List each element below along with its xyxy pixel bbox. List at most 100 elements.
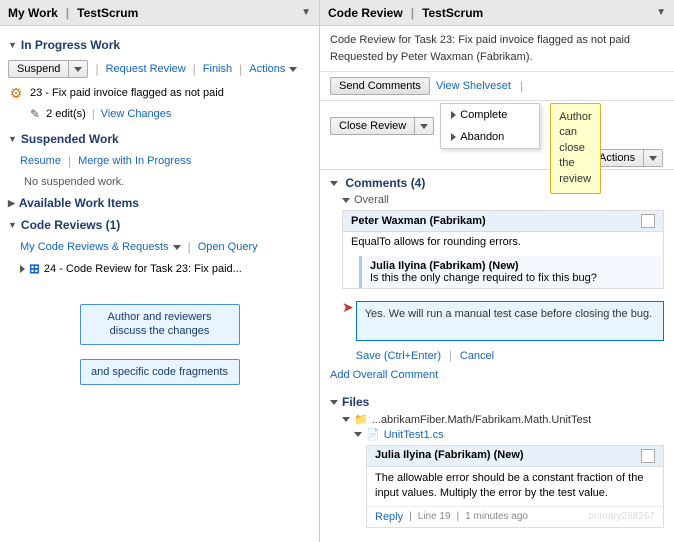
unit-test-comment: Julia Ilyina (Fabrikam) (New) The allowa…: [366, 445, 664, 528]
view-changes-link[interactable]: View Changes: [101, 108, 172, 120]
cancel-link[interactable]: Cancel: [460, 350, 494, 362]
actions-chevron-icon: [649, 156, 657, 161]
code-review-info: Code Review for Task 23: Fix paid invoic…: [320, 26, 674, 72]
right-title-sep: |: [411, 6, 414, 20]
files-arrow-icon: [330, 400, 338, 405]
close-review-chevron-icon: [420, 124, 428, 129]
overall-arrow-icon: [342, 198, 350, 203]
suspend-dropdown-button[interactable]: [68, 60, 88, 78]
annotation-box-fragments: and specific code fragments: [80, 359, 240, 385]
files-header-text: Files: [342, 395, 369, 409]
left-panel-title-area: My Work | TestScrum: [8, 6, 138, 20]
abandon-option[interactable]: Abandon: [441, 126, 539, 148]
in-progress-section-header[interactable]: ▼ In Progress Work: [8, 38, 311, 52]
actions-link[interactable]: Actions: [249, 63, 285, 75]
toolbar-sep3: |: [239, 62, 242, 76]
julia-ut-text: The allowable error should be a constant…: [375, 472, 643, 499]
task-icon: ⚙: [8, 85, 24, 101]
files-header: Files: [330, 395, 664, 409]
reply-input-container: Yes. We will run a manual test case befo…: [356, 295, 664, 365]
left-panel-chevron-icon[interactable]: ▼: [301, 7, 311, 18]
complete-option[interactable]: Complete: [441, 104, 539, 126]
files-section: Files 📁 ...abrikamFiber.Math/Fabrikam.Ma…: [320, 391, 674, 532]
right-panel-body: Code Review for Task 23: Fix paid invoic…: [320, 26, 674, 542]
peter-comment-header: Peter Waxman (Fabrikam): [343, 211, 663, 232]
suspended-toolbar: Resume | Merge with In Progress: [20, 154, 311, 168]
footer-sep1: |: [409, 511, 412, 522]
right-panel-chevron-icon[interactable]: ▼: [656, 7, 666, 18]
work-item-23-text: 23 - Fix paid invoice flagged as not pai…: [30, 87, 224, 99]
action-bar-review: Close Review Complete Abandon: [320, 101, 674, 170]
left-panel-title: My Work: [8, 6, 58, 20]
ut-checkbox-icon[interactable]: [641, 449, 655, 463]
reply-area: ➤ Yes. We will run a manual test case be…: [342, 295, 664, 365]
finish-link[interactable]: Finish: [203, 63, 232, 75]
action-sep: |: [520, 79, 523, 93]
add-comment-link[interactable]: Add Overall Comment: [330, 369, 664, 381]
overall-text: Overall: [354, 194, 389, 206]
actions-split[interactable]: Actions: [590, 149, 663, 167]
cr-sep: |: [188, 240, 191, 254]
left-panel: My Work | TestScrum ▼ ▼ In Progress Work…: [0, 0, 320, 542]
julia-reply-author: Julia Ilyina (Fabrikam) (New): [370, 260, 655, 272]
resume-link[interactable]: Resume: [20, 155, 61, 167]
ut-footer-bar: Reply | Line 19 | 1 minutes ago primary2…: [367, 506, 663, 527]
available-section-header[interactable]: ▶ Available Work Items: [8, 196, 311, 210]
peter-comment-text: EqualTo allows for rounding errors.: [351, 236, 521, 248]
peter-checkbox-icon[interactable]: [641, 214, 655, 228]
in-progress-arrow-icon: ▼: [8, 40, 17, 50]
suspend-button[interactable]: Suspend: [8, 60, 68, 78]
overall-label: Overall: [342, 194, 664, 206]
available-arrow-icon: ▶: [8, 198, 15, 209]
dropdown-area: Complete Abandon Author can close the re…: [440, 103, 540, 149]
pencil-icon: ✎: [30, 107, 40, 121]
julia-ut-author: Julia Ilyina (Fabrikam) (New): [375, 449, 524, 463]
comments-arrow-icon: [330, 181, 338, 186]
right-panel-title-area: Code Review | TestScrum: [328, 6, 483, 20]
close-review-dropdown-button[interactable]: [414, 117, 434, 135]
my-cr-chevron-icon: [173, 245, 181, 250]
send-comments-button[interactable]: Send Comments: [330, 77, 430, 95]
my-code-reviews-link[interactable]: My Code Reviews & Requests: [20, 241, 169, 253]
actions-chevron-icon: [289, 67, 297, 72]
left-panel-header: My Work | TestScrum ▼: [0, 0, 319, 26]
tooltip-text: Author can close the review: [559, 111, 591, 185]
cr-info-line1: Code Review for Task 23: Fix paid invoic…: [330, 32, 664, 49]
close-review-split[interactable]: Close Review: [330, 117, 434, 135]
annotation-fragments-text: and specific code fragments: [91, 366, 228, 378]
edits-sep: |: [92, 108, 95, 120]
reply-button[interactable]: Reply: [375, 511, 403, 523]
reply-text-input[interactable]: Yes. We will run a manual test case befo…: [356, 301, 664, 341]
right-panel-title: Code Review: [328, 6, 403, 20]
file-path-text: ...abrikamFiber.Math/Fabrikam.Math.UnitT…: [372, 414, 591, 426]
comments-section: Comments (4) Overall Peter Waxman (Fabri…: [320, 170, 674, 391]
actions-dropdown-button[interactable]: [643, 149, 663, 167]
dropdown-menu: Complete Abandon: [440, 103, 540, 149]
unit-test-comment-body: The allowable error should be a constant…: [367, 467, 663, 506]
merge-link[interactable]: Merge with In Progress: [78, 155, 191, 167]
peter-comment-body: EqualTo allows for rounding errors.: [343, 232, 663, 252]
cr-24-text: 24 - Code Review for Task 23: Fix paid..…: [44, 263, 242, 275]
code-reviews-section-header[interactable]: ▼ Code Reviews (1): [8, 218, 311, 232]
unittest-arrow-icon: [354, 432, 362, 437]
file-path-item: 📁 ...abrikamFiber.Math/Fabrikam.Math.Uni…: [342, 413, 664, 426]
work-item-23: ⚙ 23 - Fix paid invoice flagged as not p…: [8, 85, 311, 101]
unittest-link[interactable]: UnitTest1.cs: [384, 429, 444, 441]
peter-author: Peter Waxman (Fabrikam): [351, 215, 486, 227]
save-link[interactable]: Save (Ctrl+Enter): [356, 350, 441, 362]
right-panel: Code Review | TestScrum ▼ Code Review fo…: [320, 0, 674, 542]
view-shelveset-link[interactable]: View Shelveset: [436, 80, 511, 92]
code-reviews-label: Code Reviews (1): [21, 218, 120, 232]
cr-icon: ⊞: [29, 261, 40, 277]
file-path-arrow-icon: [342, 417, 350, 422]
file-icon: 📄: [366, 428, 380, 441]
suspend-btn-split[interactable]: Suspend: [8, 60, 88, 78]
suspended-section-header[interactable]: ▼ Suspended Work: [8, 132, 311, 146]
open-query-link[interactable]: Open Query: [198, 241, 258, 253]
request-review-link[interactable]: Request Review: [106, 63, 186, 75]
line-info: Line 19: [418, 511, 451, 522]
footer-sep2: |: [457, 511, 460, 522]
close-review-button[interactable]: Close Review: [330, 117, 414, 135]
right-panel-project: TestScrum: [422, 6, 483, 20]
abandon-arrow-icon: [451, 133, 456, 141]
